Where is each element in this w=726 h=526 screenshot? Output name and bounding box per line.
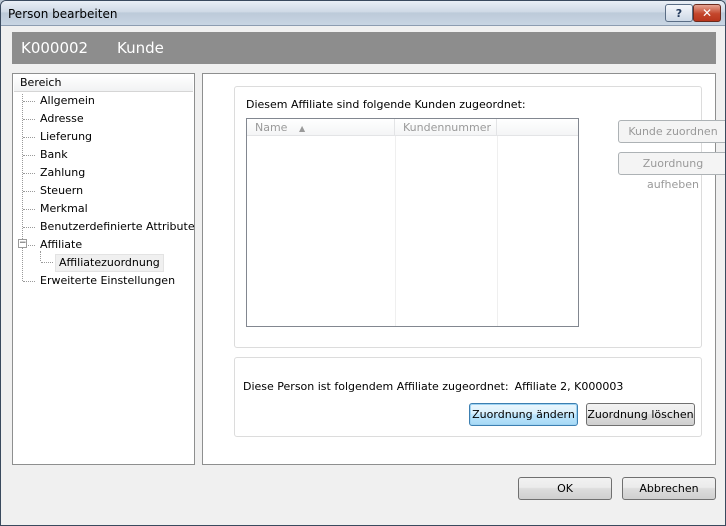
- collapse-toggle-icon[interactable]: −: [18, 239, 27, 248]
- customer-list[interactable]: Name ▲ Kundennummer: [246, 118, 579, 327]
- window-title: Person bearbeiten: [8, 7, 118, 21]
- remove-assignment-button[interactable]: Zuordnung aufheben: [618, 152, 725, 191]
- record-header: K000002 Kunde: [12, 32, 716, 64]
- tree-header: Bereich: [14, 75, 193, 92]
- tree-branch: [23, 209, 35, 210]
- tree-item-adresse[interactable]: Adresse: [40, 110, 84, 127]
- column-header-name[interactable]: Name ▲: [247, 119, 395, 136]
- tree-item-merkmal[interactable]: Merkmal: [40, 200, 88, 217]
- assigned-customers-caption: Diesem Affiliate sind folgende Kunden zu…: [246, 98, 526, 111]
- column-header-kundennummer[interactable]: Kundennummer: [395, 119, 497, 136]
- tree-item-bank[interactable]: Bank: [40, 146, 68, 163]
- close-button[interactable]: ✕: [693, 4, 721, 22]
- delete-assignment-button[interactable]: Zuordnung löschen: [586, 403, 695, 426]
- customer-id: K000002: [21, 39, 89, 57]
- list-header: Name ▲ Kundennummer: [247, 119, 578, 136]
- assign-customer-button[interactable]: Kunde zuordnen: [618, 120, 725, 143]
- tree-branch: [23, 119, 35, 120]
- person-affiliate-info: Diese Person ist folgendem Affiliate zug…: [243, 380, 623, 393]
- person-affiliate-group: Diese Person ist folgendem Affiliate zug…: [234, 357, 702, 437]
- tree-branch: [23, 173, 35, 174]
- tree-item-benutzerdefinierte-attribute[interactable]: Benutzerdefinierte Attribute: [40, 218, 195, 235]
- title-bar[interactable]: Person bearbeiten ? ✕: [1, 1, 725, 26]
- tree-item-erweiterte-einstellungen[interactable]: Erweiterte Einstellungen: [40, 272, 175, 289]
- tree-item-affiliate[interactable]: Affiliate: [40, 236, 82, 253]
- tree-branch: [28, 245, 35, 246]
- section-tree: Bereich − Allgemein Adresse Lieferung Ba…: [12, 73, 195, 465]
- person-affiliate-value: Affiliate 2, K000003: [514, 380, 624, 393]
- tree-item-allgemein[interactable]: Allgemein: [40, 92, 95, 109]
- help-button[interactable]: ?: [665, 4, 693, 22]
- ok-button[interactable]: OK: [518, 477, 612, 500]
- column-name-label: Name: [255, 121, 288, 134]
- tree-branch: [23, 101, 35, 102]
- tree-branch: [23, 155, 35, 156]
- cancel-button[interactable]: Abbrechen: [622, 477, 716, 500]
- column-divider: [395, 136, 396, 326]
- change-assignment-button[interactable]: Zuordnung ändern: [469, 403, 578, 426]
- column-kundennummer-label: Kundennummer: [403, 121, 491, 134]
- edit-person-dialog: Person bearbeiten ? ✕ K000002 Kunde Bere…: [0, 0, 726, 526]
- customer-role: Kunde: [117, 39, 164, 57]
- tree-item-steuern[interactable]: Steuern: [40, 182, 83, 199]
- tree-branch: [23, 227, 35, 228]
- tree-item-affiliatezuordnung[interactable]: Affiliatezuordnung: [55, 254, 164, 272]
- person-affiliate-label: Diese Person ist folgendem Affiliate zug…: [243, 380, 509, 393]
- tree-connector-line: [22, 94, 23, 281]
- tree-branch: [23, 281, 35, 282]
- tree-branch: [23, 191, 35, 192]
- tree-branch: [41, 262, 53, 263]
- tree-branch: [23, 137, 35, 138]
- affiliate-assignment-panel: Diesem Affiliate sind folgende Kunden zu…: [202, 73, 725, 465]
- tree-item-lieferung[interactable]: Lieferung: [40, 128, 92, 145]
- tree-item-zahlung[interactable]: Zahlung: [40, 164, 85, 181]
- assigned-customers-group: Diesem Affiliate sind folgende Kunden zu…: [234, 86, 725, 348]
- column-divider: [497, 136, 498, 326]
- sort-ascending-icon: ▲: [298, 124, 306, 133]
